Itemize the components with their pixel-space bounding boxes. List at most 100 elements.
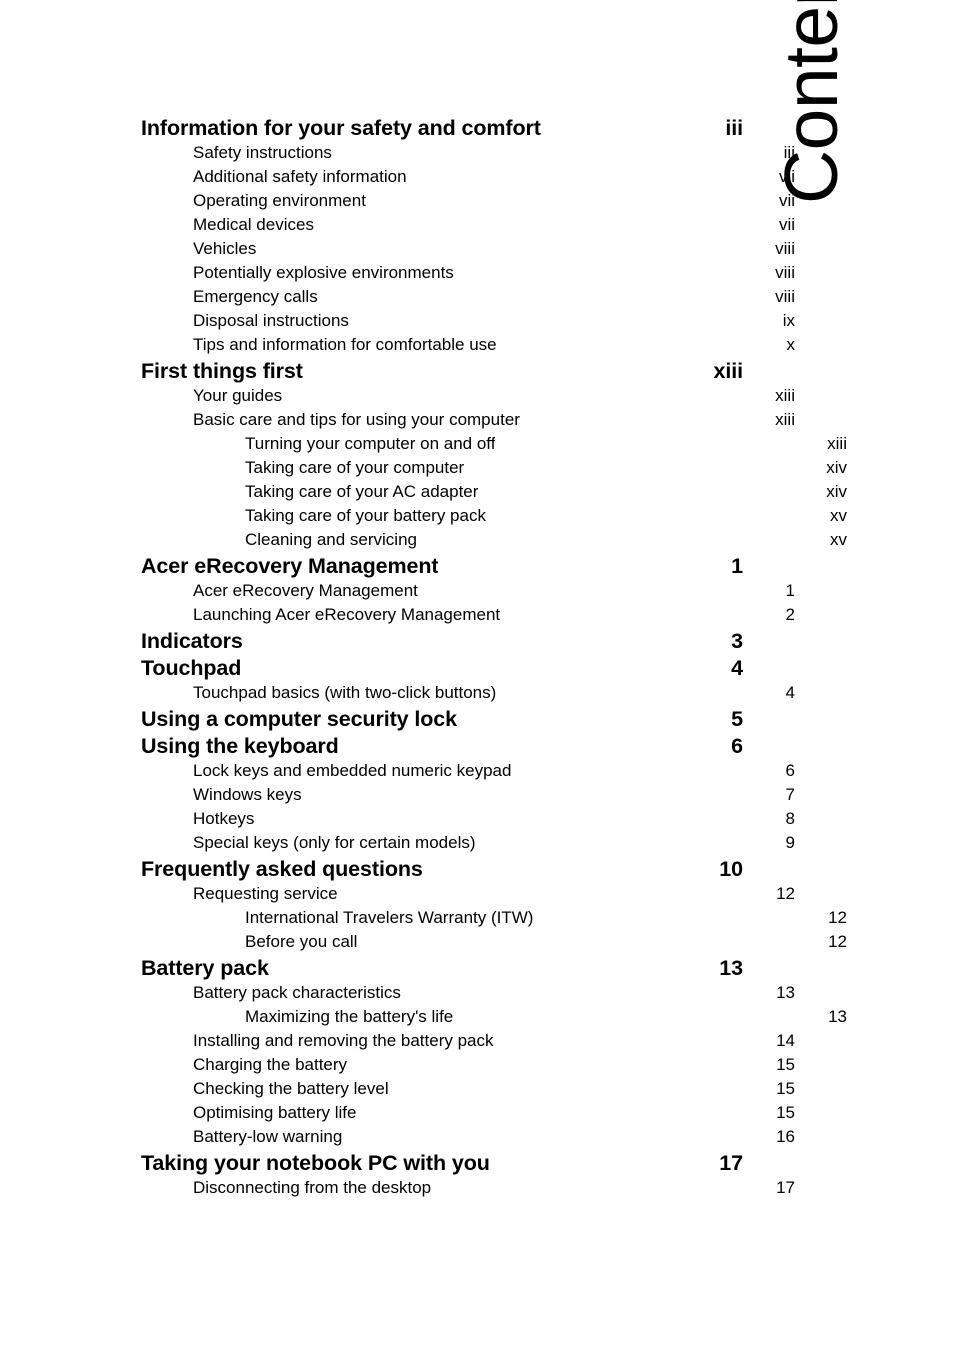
toc-entry-label: Basic care and tips for using your compu… <box>193 410 520 429</box>
toc-entry-label: Operating environment <box>193 191 366 210</box>
toc-entry[interactable]: Turning your computer on and off xiii <box>141 434 847 458</box>
toc-entry-label: Medical devices <box>193 215 314 234</box>
toc-entry[interactable]: Optimising battery life 15 <box>141 1103 795 1127</box>
toc-entry-label: Hotkeys <box>193 809 255 828</box>
toc-entry[interactable]: First things first xiii <box>141 359 743 386</box>
toc-entry-page-number: vii <box>778 191 795 210</box>
toc-entry-page-number: viii <box>775 239 795 258</box>
toc-entry[interactable]: Additional safety information vii <box>141 167 795 191</box>
toc-entry-page-number: 4 <box>731 656 743 680</box>
toc-entry[interactable]: Safety instructions iii <box>141 143 795 167</box>
toc-entry[interactable]: Your guides xiii <box>141 386 795 410</box>
toc-entry-page-number: 13 <box>776 983 795 1002</box>
toc-entry[interactable]: Taking care of your computer xiv <box>141 458 847 482</box>
toc-entry-label: Turning your computer on and off <box>245 434 496 453</box>
toc-entry-label: Optimising battery life <box>193 1103 357 1122</box>
toc-entry[interactable]: Using a computer security lock 5 <box>141 707 743 734</box>
toc-entry-label: Cleaning and servicing <box>245 530 417 549</box>
toc-entry-page-number: 9 <box>785 833 795 852</box>
toc-entry[interactable]: International Travelers Warranty (ITW) 12 <box>141 908 847 932</box>
toc-entry[interactable]: Emergency calls viii <box>141 287 795 311</box>
toc-entry[interactable]: Taking care of your battery pack xv <box>141 506 847 530</box>
toc-entry[interactable]: Taking your notebook PC with you 17 <box>141 1151 743 1178</box>
toc-entry-label: Information for your safety and comfort <box>141 116 541 140</box>
toc-entry-page-number: 14 <box>776 1031 795 1050</box>
toc-entry-page-number: viii <box>775 263 795 282</box>
toc-entry[interactable]: Using the keyboard 6 <box>141 734 743 761</box>
toc-entry-label: Taking care of your computer <box>245 458 465 477</box>
toc-entry-label: Potentially explosive environments <box>193 263 454 282</box>
toc-entry[interactable]: Lock keys and embedded numeric keypad 6 <box>141 761 795 785</box>
toc-entry[interactable]: Launching Acer eRecovery Management 2 <box>141 605 795 629</box>
toc-entry-label: Disconnecting from the desktop <box>193 1178 432 1197</box>
toc-entry-label: Disposal instructions <box>193 311 349 330</box>
toc-entry-page-number: 15 <box>776 1103 795 1122</box>
toc-entry-page-number: ix <box>782 311 795 330</box>
toc-entry-label: Vehicles <box>193 239 257 258</box>
toc-entry-page-number: xv <box>830 530 847 549</box>
toc-entry[interactable]: Operating environment vii <box>141 191 795 215</box>
toc-entry-label: Touchpad basics (with two-click buttons) <box>193 683 497 702</box>
toc-entry-label: Taking care of your battery pack <box>245 506 486 525</box>
toc-entry-label: Emergency calls <box>193 287 318 306</box>
toc-entry-label: Additional safety information <box>193 167 407 186</box>
toc-entry[interactable]: Battery pack 13 <box>141 956 743 983</box>
toc-entry-page-number: iii <box>725 116 743 140</box>
toc-entry[interactable]: Touchpad 4 <box>141 656 743 683</box>
toc-entry[interactable]: Basic care and tips for using your compu… <box>141 410 795 434</box>
toc-entry-page-number: 4 <box>785 683 795 702</box>
toc-entry[interactable]: Tips and information for comfortable use… <box>141 335 795 359</box>
toc-entry-page-number: vii <box>778 167 795 186</box>
toc-entry-page-number: 1 <box>731 554 743 578</box>
toc-entry[interactable]: Windows keys 7 <box>141 785 795 809</box>
toc-entry-page-number: xiv <box>826 482 847 501</box>
toc-entry-page-number: 8 <box>785 809 795 828</box>
toc-entry-page-number: xiii <box>827 434 847 453</box>
toc-entry-page-number: 15 <box>776 1055 795 1074</box>
toc-entry[interactable]: Disconnecting from the desktop 17 <box>141 1178 795 1202</box>
toc-entry[interactable]: Vehicles viii <box>141 239 795 263</box>
toc-entry[interactable]: Installing and removing the battery pack… <box>141 1031 795 1055</box>
toc-entry-label: Special keys (only for certain models) <box>193 833 476 852</box>
toc-entry-page-number: 10 <box>719 857 743 881</box>
toc-entry-label: Touchpad <box>141 656 242 680</box>
toc-entry[interactable]: Battery-low warning 16 <box>141 1127 795 1151</box>
toc-entry[interactable]: Information for your safety and comfort i… <box>141 116 743 143</box>
toc-entry[interactable]: Taking care of your AC adapter xiv <box>141 482 847 506</box>
toc-entry[interactable]: Disposal instructions ix <box>141 311 795 335</box>
toc-entry-label: Lock keys and embedded numeric keypad <box>193 761 512 780</box>
toc-entry-page-number: 1 <box>785 581 795 600</box>
toc-entry[interactable]: Medical devices vii <box>141 215 795 239</box>
toc-entry-page-number: 12 <box>828 908 847 927</box>
toc-entry[interactable]: Special keys (only for certain models) 9 <box>141 833 795 857</box>
toc-entry[interactable]: Acer eRecovery Management 1 <box>141 581 795 605</box>
toc-entry[interactable]: Acer eRecovery Management 1 <box>141 554 743 581</box>
toc-entry[interactable]: Potentially explosive environments viii <box>141 263 795 287</box>
toc-entry-page-number: iii <box>783 143 795 162</box>
toc-entry[interactable]: Cleaning and servicing xv <box>141 530 847 554</box>
toc-entry-label: Before you call <box>245 932 358 951</box>
toc-entry-page-number: xiv <box>826 458 847 477</box>
toc-entry[interactable]: Hotkeys 8 <box>141 809 795 833</box>
toc-entry[interactable]: Frequently asked questions 10 <box>141 857 743 884</box>
toc-entry[interactable]: Before you call 12 <box>141 932 847 956</box>
toc-entry-page-number: 13 <box>828 1007 847 1026</box>
toc-entry-label: Windows keys <box>193 785 302 804</box>
toc-entry[interactable]: Battery pack characteristics 13 <box>141 983 795 1007</box>
toc-entry[interactable]: Touchpad basics (with two-click buttons)… <box>141 683 795 707</box>
toc-entry[interactable]: Maximizing the battery's life 13 <box>141 1007 847 1031</box>
toc-entry[interactable]: Requesting service 12 <box>141 884 795 908</box>
toc-entry[interactable]: Checking the battery level 15 <box>141 1079 795 1103</box>
toc-entry-label: Frequently asked questions <box>141 857 423 881</box>
toc-entry-page-number: 17 <box>776 1178 795 1197</box>
toc-entry[interactable]: Charging the battery 15 <box>141 1055 795 1079</box>
toc-entry-page-number: 7 <box>785 785 795 804</box>
toc-entry-label: International Travelers Warranty (ITW) <box>245 908 534 927</box>
toc-entry-label: Battery pack <box>141 956 269 980</box>
toc-entry-label: Indicators <box>141 629 243 653</box>
toc-entry-label: First things first <box>141 359 303 383</box>
toc-entry-page-number: 17 <box>719 1151 743 1175</box>
toc-entry[interactable]: Indicators 3 <box>141 629 743 656</box>
toc-entry-page-number: 16 <box>776 1127 795 1146</box>
toc-entry-label: Checking the battery level <box>193 1079 389 1098</box>
